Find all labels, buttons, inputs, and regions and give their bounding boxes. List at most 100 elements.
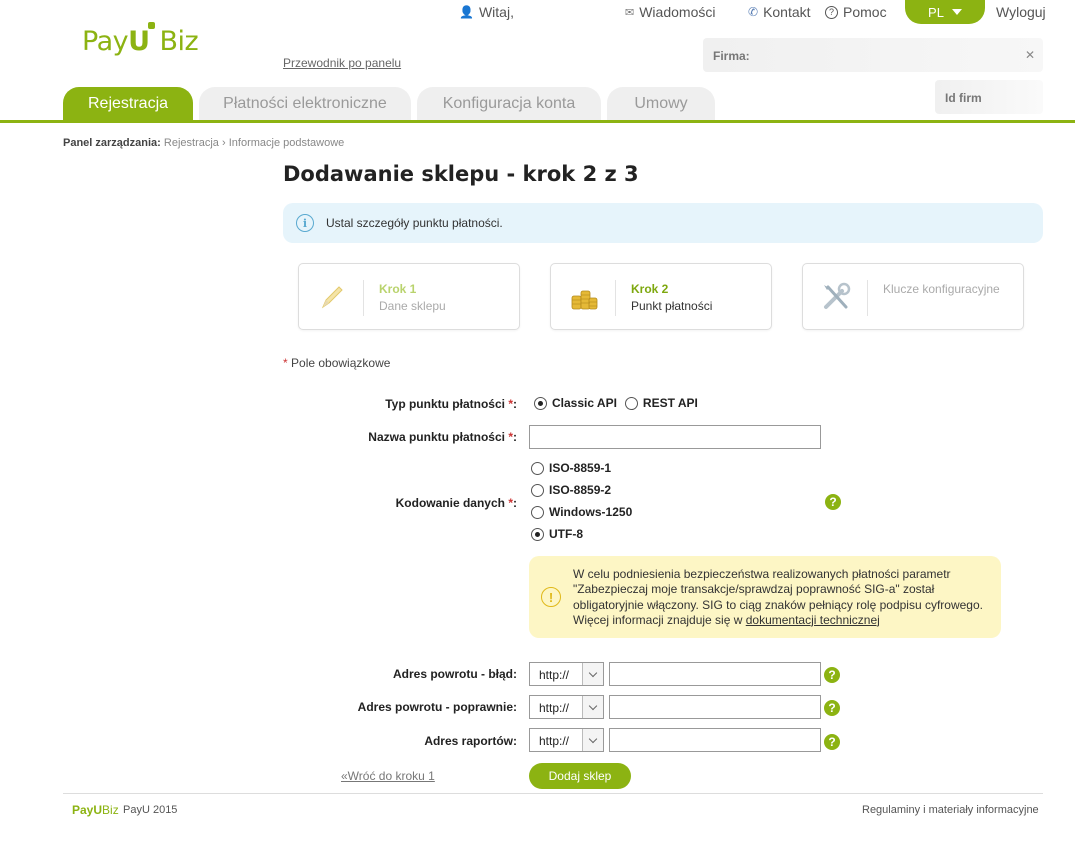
envelope-icon: ✉ xyxy=(625,6,635,19)
messages-link[interactable]: ✉ Wiadomości xyxy=(625,4,715,20)
radio-button-checked[interactable] xyxy=(531,527,544,541)
reports-help-icon[interactable]: ? xyxy=(824,734,840,750)
step-3-card: Klucze konfiguracyjne xyxy=(802,263,1024,330)
breadcrumb-separator: › xyxy=(221,137,226,149)
user-icon: 👤 xyxy=(459,5,474,19)
reports-label: Adres raportów: xyxy=(424,734,517,748)
step-1-subtitle: Dane sklepu xyxy=(379,299,446,313)
warning-line: "Zabezpieczaj moje transakcje/sprawdzaj … xyxy=(573,582,935,597)
footer-logo: PayUBiz xyxy=(72,803,119,817)
warning-line: Więcej informacji znajduje się w dokumen… xyxy=(573,613,993,628)
encoding-label-text: Kodowanie danych xyxy=(395,496,505,510)
messages-label: Wiadomości xyxy=(639,4,716,20)
protocol-value: http:// xyxy=(539,701,570,715)
tab-agreements[interactable]: Umowy xyxy=(607,87,715,121)
logout-link[interactable]: Wyloguj xyxy=(996,4,1046,20)
logo-biz-text: Biz xyxy=(159,26,199,57)
required-asterisk: * xyxy=(508,397,513,411)
payment-name-label-text: Nazwa punktu płatności xyxy=(368,430,505,444)
required-note-text: Pole obowiązkowe xyxy=(291,356,391,370)
radio-button-checked[interactable] xyxy=(534,396,547,410)
step-2-card: Krok 2 Punkt płatności xyxy=(550,263,772,330)
encoding-options: ISO-8859-1 ISO-8859-2 Windows-1250 UTF-8 xyxy=(531,461,632,541)
greeting-text: Witaj, xyxy=(478,4,514,20)
add-shop-button[interactable]: Dodaj sklep xyxy=(529,763,631,789)
footer-logo-biz: Biz xyxy=(102,803,119,817)
payment-type-label-text: Typ punktu płatności xyxy=(385,397,505,411)
tab-account-configuration[interactable]: Konfiguracja konta xyxy=(417,87,601,121)
payu-biz-logo[interactable]: PayU Biz xyxy=(82,26,199,57)
breadcrumb: Panel zarządzania: Rejestracja › Informa… xyxy=(63,137,344,149)
radio-rest-api[interactable]: REST API xyxy=(624,396,698,410)
breadcrumb-registration[interactable]: Rejestracja xyxy=(164,137,219,149)
chevron-down-icon xyxy=(951,9,962,15)
encoding-help-icon[interactable]: ? xyxy=(825,494,841,510)
iso-8859-2-label: ISO-8859-2 xyxy=(549,483,612,497)
windows-1250-label: Windows-1250 xyxy=(549,505,633,519)
reports-protocol-select[interactable]: http:// xyxy=(529,728,604,752)
payment-name-label: Nazwa punktu płatności *: xyxy=(368,430,517,444)
close-icon[interactable]: ✕ xyxy=(1025,48,1035,62)
radio-windows-1250[interactable]: Windows-1250 xyxy=(531,505,632,519)
main-tabs: Rejestracja Płatności elektroniczne Konf… xyxy=(63,87,715,121)
phone-icon: ✆ xyxy=(748,5,759,19)
contact-link[interactable]: ✆ Kontakt xyxy=(748,4,811,20)
return-error-help-icon[interactable]: ? xyxy=(824,667,840,683)
tab-registration[interactable]: Rejestracja xyxy=(63,87,193,121)
step-separator xyxy=(867,280,868,316)
radio-button[interactable] xyxy=(531,505,544,519)
back-to-step-1-link[interactable]: «Wróć do kroku 1 xyxy=(341,769,435,783)
info-banner: i Ustal szczegóły punktu płatności. xyxy=(283,203,1043,243)
chevron-down-icon xyxy=(582,729,603,751)
logout-label: Wyloguj xyxy=(996,4,1046,20)
step-2-title: Krok 2 xyxy=(631,282,669,296)
iso-8859-1-label: ISO-8859-1 xyxy=(549,461,612,475)
radio-button[interactable] xyxy=(624,396,638,410)
company-id-box: Id firm xyxy=(935,80,1043,114)
return-ok-protocol-select[interactable]: http:// xyxy=(529,695,604,719)
help-link[interactable]: ? Pomoc xyxy=(825,4,887,20)
radio-classic-api[interactable]: Classic API xyxy=(534,396,617,410)
return-error-label: Adres powrotu - błąd: xyxy=(393,667,517,681)
reports-url-input[interactable] xyxy=(609,728,821,752)
protocol-value: http:// xyxy=(539,668,570,682)
breadcrumb-root: Panel zarządzania: xyxy=(63,137,161,149)
logo-pay-text: Pay xyxy=(82,26,129,57)
encoding-label: Kodowanie danych *: xyxy=(395,496,517,510)
footer-terms-link[interactable]: Regulaminy i materiały informacyjne xyxy=(862,804,1039,816)
warning-line: W celu podniesienia bezpieczeństwa reali… xyxy=(573,567,951,581)
language-selector[interactable]: PL xyxy=(905,0,985,24)
radio-button[interactable] xyxy=(531,483,544,497)
payment-name-input[interactable] xyxy=(529,425,821,449)
contact-label: Kontakt xyxy=(763,4,811,20)
breadcrumb-basic-info: Informacje podstawowe xyxy=(228,137,345,149)
info-icon: i xyxy=(296,214,314,232)
user-greeting: 👤 Witaj, xyxy=(459,4,514,20)
tab-electronic-payments[interactable]: Płatności elektroniczne xyxy=(199,87,411,121)
pencil-icon xyxy=(315,280,349,314)
coins-icon xyxy=(567,280,601,314)
radio-iso-8859-2[interactable]: ISO-8859-2 xyxy=(531,483,632,497)
return-error-protocol-select[interactable]: http:// xyxy=(529,662,604,686)
company-id-label: Id firm xyxy=(945,91,982,105)
step-1-title: Krok 1 xyxy=(379,282,417,296)
warning-text: W celu podniesienia bezpieczeństwa reali… xyxy=(573,567,993,628)
technical-docs-link[interactable]: dokumentacji technicznej xyxy=(746,613,880,627)
classic-api-label: Classic API xyxy=(552,396,617,410)
required-asterisk: * xyxy=(283,356,288,370)
return-error-url-input[interactable] xyxy=(609,662,821,686)
radio-iso-8859-1[interactable]: ISO-8859-1 xyxy=(531,461,632,475)
radio-utf-8[interactable]: UTF-8 xyxy=(531,527,632,541)
company-selector[interactable]: Firma: ✕ xyxy=(703,38,1043,72)
company-label: Firma: xyxy=(713,49,750,63)
footer-divider xyxy=(63,793,1043,794)
required-note: * Pole obowiązkowe xyxy=(283,356,390,370)
chevron-down-icon xyxy=(582,696,603,718)
return-ok-url-input[interactable] xyxy=(609,695,821,719)
help-label: Pomoc xyxy=(843,4,887,20)
panel-guide-link[interactable]: Przewodnik po panelu xyxy=(283,56,401,70)
rest-api-label: REST API xyxy=(642,396,698,410)
radio-button[interactable] xyxy=(531,461,544,475)
footer-copyright: PayU 2015 xyxy=(123,804,178,816)
return-ok-help-icon[interactable]: ? xyxy=(824,700,840,716)
